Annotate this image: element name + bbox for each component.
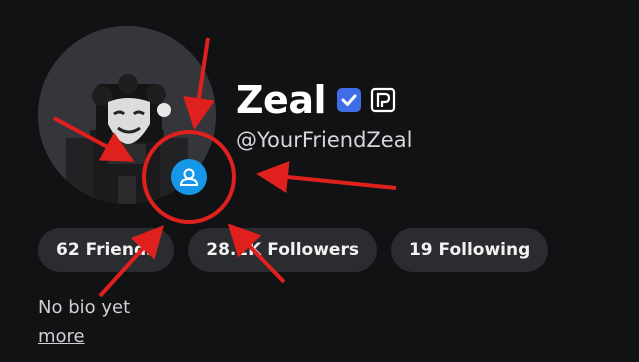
- display-name: Zeal: [236, 78, 327, 122]
- premium-icon: [370, 87, 396, 113]
- following-button[interactable]: 19 Following: [390, 228, 549, 272]
- name-row: Zeal: [236, 72, 396, 128]
- followers-button[interactable]: 28.2K Followers: [188, 228, 377, 272]
- person-icon: [179, 168, 199, 186]
- avatar-status-badge[interactable]: [171, 159, 207, 195]
- stats-row: 62 Friends 28.2K Followers 19 Following: [38, 228, 549, 272]
- bio-text: No bio yet: [38, 297, 131, 318]
- friends-button[interactable]: 62 Friends: [38, 228, 175, 272]
- more-link[interactable]: more: [38, 325, 85, 349]
- username: @YourFriendZeal: [236, 128, 413, 152]
- annotation-arrow: [256, 161, 397, 193]
- verified-badge-icon: [337, 88, 361, 112]
